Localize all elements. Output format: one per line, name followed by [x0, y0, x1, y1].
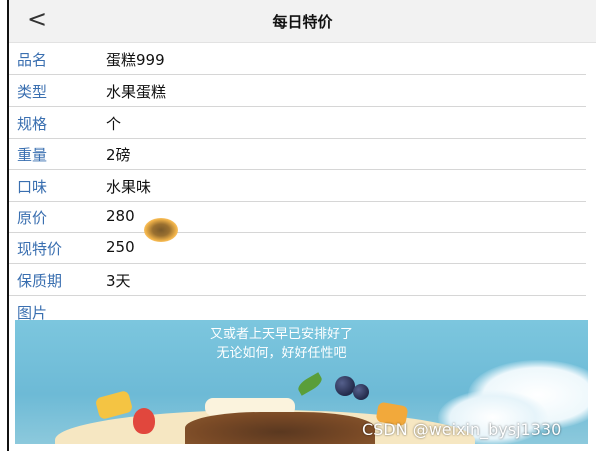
mango-shape — [94, 389, 134, 421]
field-label: 口味 — [17, 178, 48, 196]
top-nav-bar: < 每日特价 — [9, 0, 596, 43]
field-label: 保质期 — [17, 272, 63, 290]
field-row-special-price: 现特价 250 — [9, 232, 586, 264]
field-row-original-price: 原价 280 — [9, 201, 586, 233]
field-value: 280 — [106, 207, 135, 225]
field-row-weight: 重量 2磅 — [9, 138, 586, 170]
field-value: 蛋糕999 — [106, 51, 165, 69]
field-label: 重量 — [17, 146, 48, 164]
page-title: 每日特价 — [272, 13, 333, 31]
field-label: 原价 — [17, 209, 48, 227]
field-row-shelf-life: 保质期 3天 — [9, 264, 586, 296]
banner-text: 无论如何，好好任性吧 — [216, 346, 347, 361]
chocolate-shape — [185, 412, 375, 444]
blueberry-shape — [353, 384, 369, 400]
field-value: 水果蛋糕 — [106, 83, 167, 101]
field-value: 2磅 — [106, 146, 131, 164]
watermark: CSDN @weixin_bysj1330 — [362, 420, 562, 439]
blueberry-shape — [335, 376, 355, 396]
banner-text: 又或者上天早已安排好了 — [209, 327, 353, 342]
touch-indicator — [144, 218, 178, 242]
field-row-name: 品名 蛋糕999 — [9, 43, 586, 75]
strawberry-shape — [133, 408, 155, 434]
field-label: 现特价 — [17, 240, 63, 258]
field-value: 个 — [106, 115, 122, 133]
field-label: 品名 — [17, 51, 48, 69]
field-label: 类型 — [17, 83, 48, 101]
field-value: 3天 — [106, 272, 131, 290]
leaf-shape — [295, 372, 325, 396]
field-row-type: 类型 水果蛋糕 — [9, 75, 586, 107]
field-value: 250 — [106, 238, 135, 256]
field-value: 水果味 — [106, 178, 152, 196]
field-row-flavor: 口味 水果味 — [9, 170, 586, 202]
field-label: 规格 — [17, 115, 48, 133]
field-row-spec: 规格 个 — [9, 107, 586, 139]
